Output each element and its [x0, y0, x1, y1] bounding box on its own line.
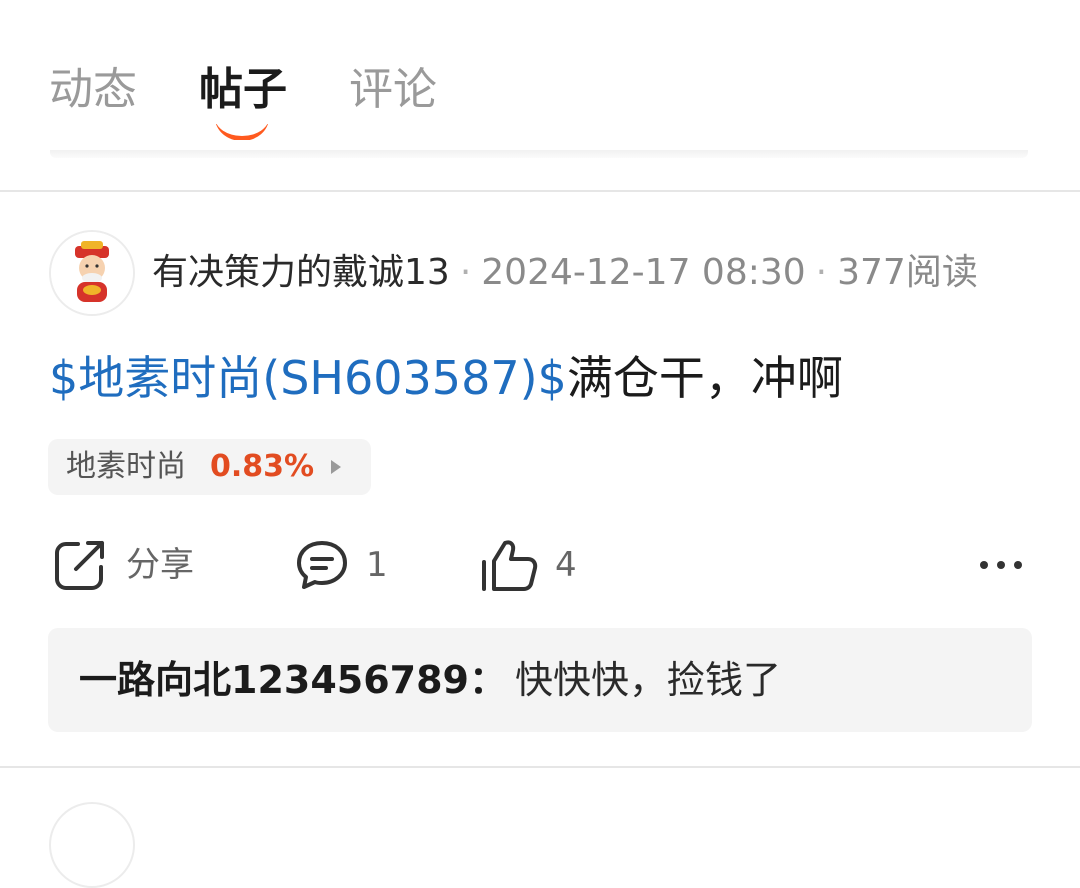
divider: [0, 190, 1080, 192]
tab-dongtai[interactable]: 动态: [49, 62, 137, 118]
tab-pinglun[interactable]: 评论: [349, 62, 437, 118]
tab-bar-shadow: [50, 150, 1028, 158]
stock-chip-change: 0.83%: [210, 449, 315, 484]
divider: [0, 766, 1080, 768]
meta-separator: ·: [459, 252, 472, 293]
reply-user[interactable]: 一路向北123456789：: [79, 652, 507, 708]
author-name[interactable]: 有决策力的戴诚13: [152, 252, 450, 293]
like-count: 4: [555, 545, 577, 585]
post-text: 满仓干，冲啊: [566, 351, 843, 405]
reply-preview[interactable]: 一路向北123456789： 快快快，捡钱了: [48, 628, 1032, 732]
comment-button[interactable]: 1: [294, 537, 404, 593]
share-button[interactable]: 分享: [52, 537, 212, 593]
tab-bar: 动态 帖子 评论: [0, 0, 1080, 190]
comment-icon: [297, 541, 347, 589]
comment-count: 1: [366, 545, 388, 585]
active-tab-indicator: [215, 124, 269, 140]
post-date: 2024-12-17 08:30: [481, 252, 806, 293]
author-avatar[interactable]: [49, 230, 135, 316]
meta-separator: ·: [815, 252, 828, 293]
stock-chip[interactable]: 地素时尚 0.83%: [48, 439, 371, 495]
like-icon: [482, 540, 538, 591]
arrow-right-icon: [331, 460, 341, 474]
share-icon: [55, 541, 104, 590]
tab-tiezi[interactable]: 帖子: [199, 62, 287, 118]
stock-link[interactable]: $地素时尚(SH603587)$: [49, 351, 567, 405]
post-content[interactable]: $地素时尚(SH603587)$满仓干，冲啊: [49, 348, 843, 408]
share-label: 分享: [126, 545, 194, 585]
post-meta: 有决策力的戴诚13 · 2024-12-17 08:30 · 377阅读: [152, 249, 978, 297]
stock-chip-name: 地素时尚: [66, 449, 186, 484]
reply-text: 快快快，捡钱了: [515, 658, 782, 702]
avatar-icon: [51, 232, 133, 314]
more-icon[interactable]: [978, 556, 1024, 574]
read-count: 377阅读: [837, 252, 978, 293]
like-button[interactable]: 4: [481, 537, 591, 593]
next-post-avatar[interactable]: [49, 802, 135, 888]
